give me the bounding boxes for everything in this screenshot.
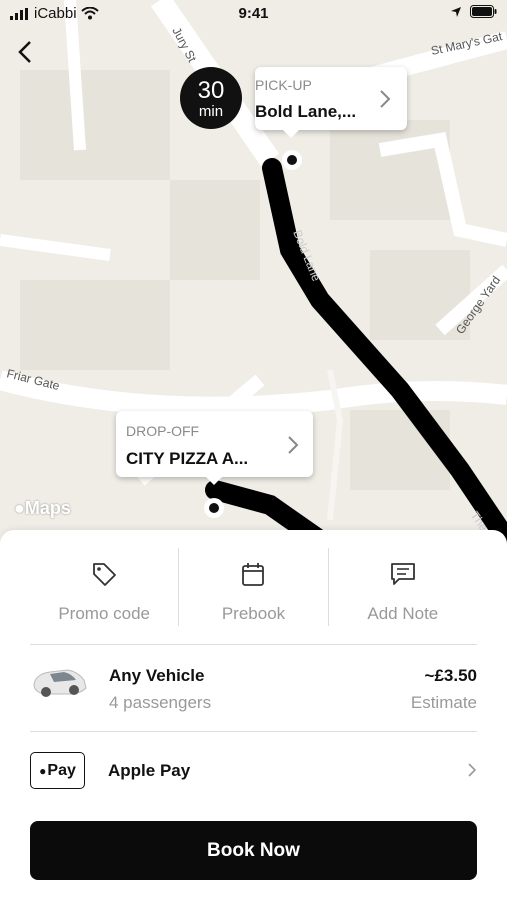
action-row: Promo code Prebook Add Note	[30, 548, 477, 626]
prebook-label: Prebook	[221, 604, 286, 623]
vehicle-option[interactable]: Any Vehicle 4 passengers ~£3.50 Estimate	[30, 648, 477, 728]
calendar-icon	[242, 563, 265, 586]
book-now-button[interactable]: Book Now	[30, 821, 477, 880]
eta-badge: 30 min	[180, 67, 242, 129]
add-note-label: Add Note	[367, 604, 439, 623]
chevron-right-icon	[380, 90, 391, 108]
divider	[30, 644, 477, 645]
status-bar: iCabbi 9:41	[0, 0, 507, 28]
eta-unit: min	[198, 103, 224, 120]
location-arrow-icon	[451, 6, 461, 17]
maps-attribution-text: Maps	[24, 498, 71, 518]
car-icon	[33, 669, 87, 697]
apple-logo-icon: ●	[14, 498, 25, 518]
vehicle-passengers: 4 passengers	[109, 693, 212, 712]
booking-sheet: Promo code Prebook Add Note Any Vehicle …	[0, 530, 507, 900]
apple-logo-icon: ●	[39, 763, 47, 778]
tag-icon	[93, 563, 117, 586]
pickup-callout[interactable]: PICK-UP Bold Lane,...	[255, 67, 407, 138]
price-note: Estimate	[410, 693, 477, 712]
dropoff-address: CITY PIZZA A...	[126, 449, 249, 468]
back-button[interactable]	[12, 38, 40, 66]
prebook-button[interactable]: Prebook	[178, 548, 327, 626]
maps-attribution: ●Maps	[14, 498, 71, 519]
payment-method-label: Apple Pay	[108, 761, 191, 780]
eta-value: 30	[197, 77, 225, 104]
dropoff-callout[interactable]: DROP-OFF CITY PIZZA A...	[116, 411, 313, 485]
promo-code-label: Promo code	[58, 604, 150, 623]
chevron-left-icon	[18, 41, 31, 63]
clock: 9:41	[238, 5, 269, 22]
pickup-label: PICK-UP	[255, 77, 312, 93]
note-icon	[390, 563, 415, 585]
apple-pay-badge-text: Pay	[47, 761, 76, 779]
pickup-address: Bold Lane,...	[255, 102, 357, 121]
apple-pay-badge: ● Pay	[30, 752, 85, 789]
chevron-right-icon	[468, 763, 477, 777]
chevron-right-icon	[288, 436, 299, 454]
battery-icon	[470, 5, 497, 18]
add-note-button[interactable]: Add Note	[327, 548, 477, 626]
divider	[30, 731, 477, 732]
status-right	[450, 5, 497, 18]
vehicle-name: Any Vehicle	[109, 666, 205, 685]
price-estimate: ~£3.50	[424, 666, 477, 685]
payment-method[interactable]: ● Pay Apple Pay	[30, 740, 477, 800]
promo-code-button[interactable]: Promo code	[30, 548, 178, 626]
dropoff-label: DROP-OFF	[126, 423, 200, 439]
